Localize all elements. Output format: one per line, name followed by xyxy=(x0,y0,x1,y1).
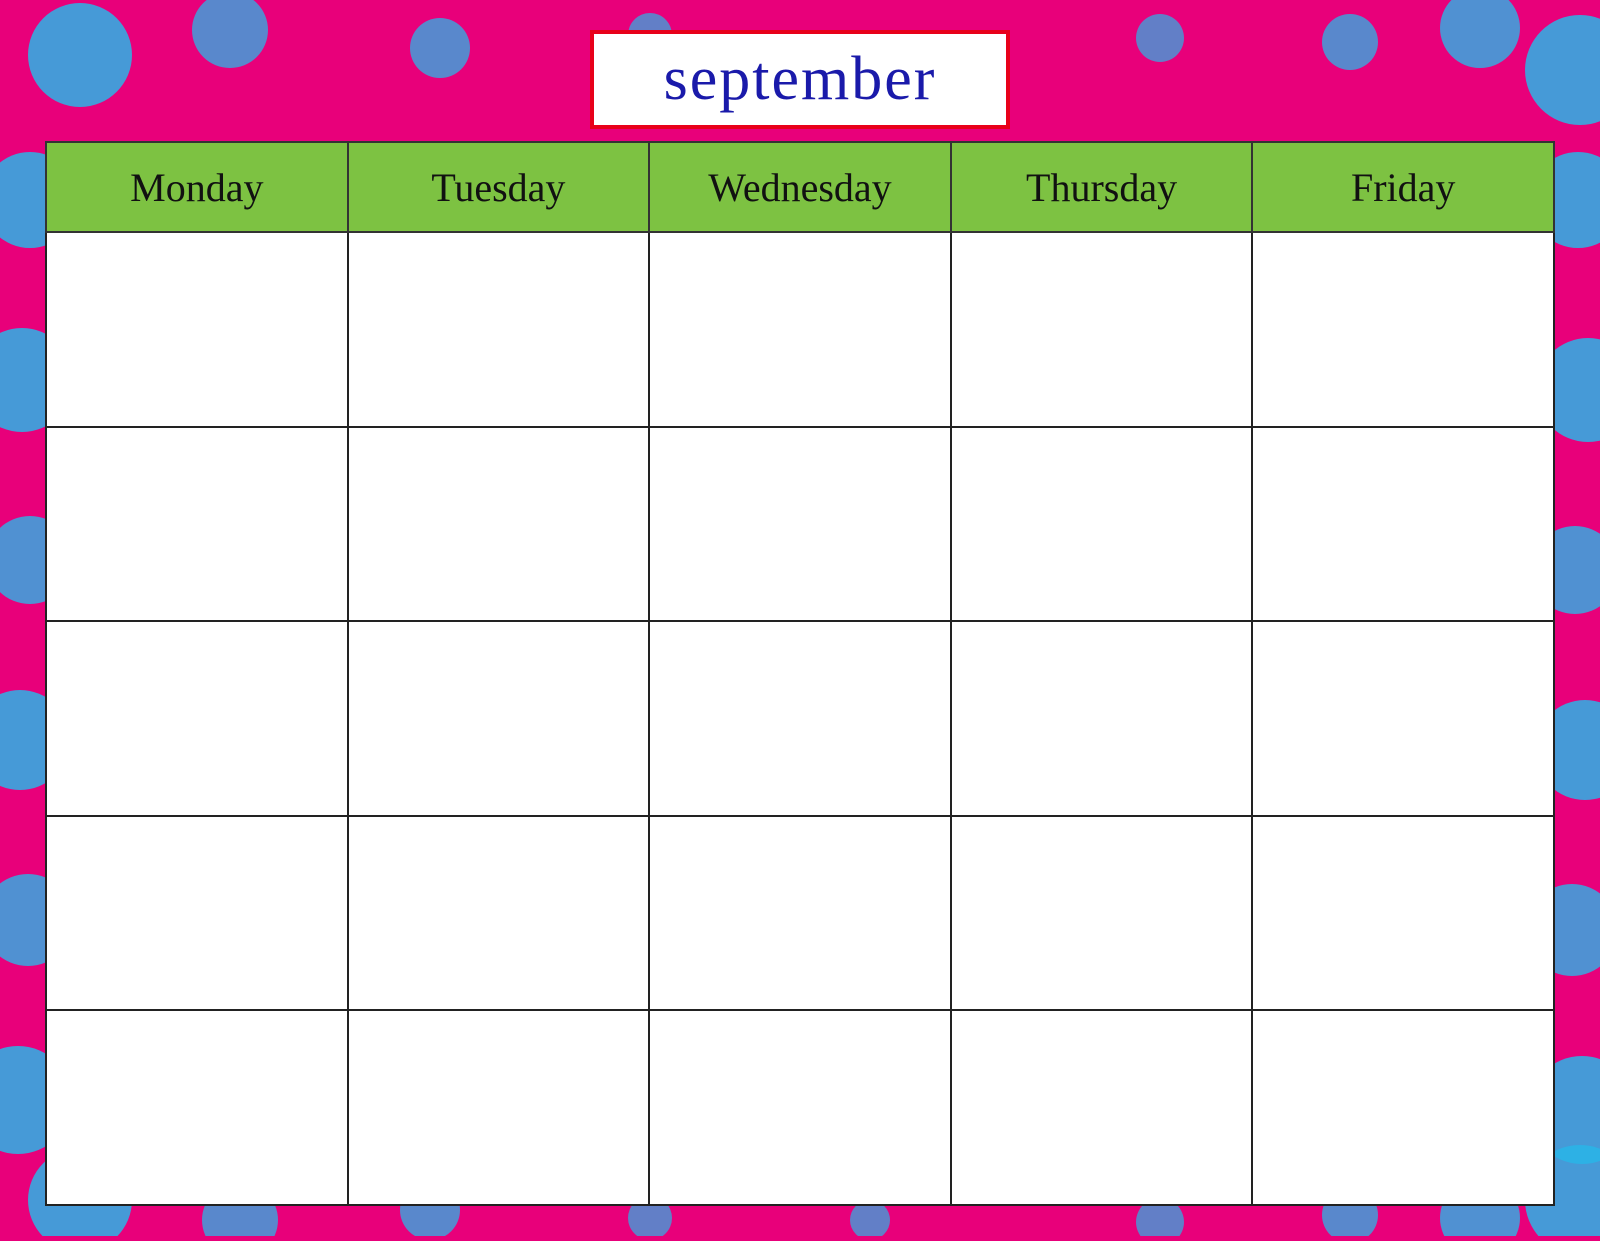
calendar-wrapper: september Monday Tuesday Wednesday Thurs… xyxy=(45,30,1555,1206)
cell-row1-fri[interactable] xyxy=(1252,232,1554,427)
cell-row1-mon[interactable] xyxy=(46,232,348,427)
header-friday: Friday xyxy=(1252,142,1554,232)
table-row xyxy=(46,1010,1554,1205)
cell-row3-wed[interactable] xyxy=(649,621,951,816)
cell-row4-fri[interactable] xyxy=(1252,816,1554,1011)
header-monday: Monday xyxy=(46,142,348,232)
cell-row1-thu[interactable] xyxy=(951,232,1253,427)
header-wednesday: Wednesday xyxy=(649,142,951,232)
cell-row3-thu[interactable] xyxy=(951,621,1253,816)
cell-row4-thu[interactable] xyxy=(951,816,1253,1011)
cell-row5-wed[interactable] xyxy=(649,1010,951,1205)
cell-row1-tue[interactable] xyxy=(348,232,650,427)
cell-row3-mon[interactable] xyxy=(46,621,348,816)
cell-row2-wed[interactable] xyxy=(649,427,951,622)
header-tuesday: Tuesday xyxy=(348,142,650,232)
cell-row2-fri[interactable] xyxy=(1252,427,1554,622)
cell-row1-wed[interactable] xyxy=(649,232,951,427)
cell-row4-wed[interactable] xyxy=(649,816,951,1011)
header-thursday: Thursday xyxy=(951,142,1253,232)
cell-row3-fri[interactable] xyxy=(1252,621,1554,816)
cell-row5-mon[interactable] xyxy=(46,1010,348,1205)
header-row: Monday Tuesday Wednesday Thursday Friday xyxy=(46,142,1554,232)
cell-row4-mon[interactable] xyxy=(46,816,348,1011)
table-row xyxy=(46,232,1554,427)
table-row xyxy=(46,427,1554,622)
cell-row4-tue[interactable] xyxy=(348,816,650,1011)
table-row xyxy=(46,621,1554,816)
month-title-box: september xyxy=(590,30,1010,129)
table-row xyxy=(46,816,1554,1011)
calendar-table: Monday Tuesday Wednesday Thursday Friday xyxy=(45,141,1555,1206)
cell-row3-tue[interactable] xyxy=(348,621,650,816)
cell-row5-thu[interactable] xyxy=(951,1010,1253,1205)
cell-row2-tue[interactable] xyxy=(348,427,650,622)
cell-row2-mon[interactable] xyxy=(46,427,348,622)
cell-row5-fri[interactable] xyxy=(1252,1010,1554,1205)
cell-row2-thu[interactable] xyxy=(951,427,1253,622)
cell-row5-tue[interactable] xyxy=(348,1010,650,1205)
month-title: september xyxy=(664,45,937,113)
